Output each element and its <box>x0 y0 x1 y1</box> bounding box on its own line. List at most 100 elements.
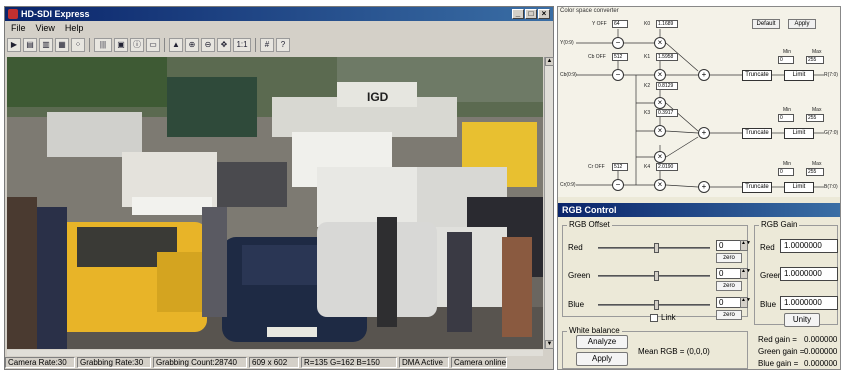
capture-icon[interactable]: ▶ <box>7 38 21 52</box>
input-cr-label: Cr(0:9) <box>560 182 576 188</box>
link-checkbox[interactable] <box>650 314 658 322</box>
k3-input[interactable]: 0.3917 <box>656 109 678 117</box>
spin-arrows-icon[interactable]: ▲▼ <box>740 240 751 251</box>
actual-size-icon[interactable]: 1:1 <box>233 38 251 52</box>
display-icon[interactable]: ▭ <box>146 38 160 52</box>
max-input[interactable]: 255 <box>806 168 824 176</box>
offset-blue-input[interactable]: 0 <box>716 297 742 308</box>
gain-green-input[interactable]: 1.0000000 <box>780 267 838 281</box>
title-bar[interactable]: HD-SDI Express _ □ × <box>5 7 553 21</box>
spin-arrows-icon[interactable]: ▲▼ <box>740 297 751 308</box>
max-label: Max <box>812 49 822 55</box>
gain-red-input[interactable]: 1.0000000 <box>780 239 838 253</box>
scroll-up-icon[interactable]: ▲ <box>545 57 554 66</box>
help-icon[interactable]: ? <box>276 38 290 52</box>
zoom-out-icon[interactable]: ⊖ <box>201 38 215 52</box>
max-input[interactable]: 255 <box>806 56 824 64</box>
status-grabbing-count: Grabbing Count:28740 <box>153 357 247 368</box>
limit-block: Limit <box>784 128 814 139</box>
status-grabbing-rate: Grabbing Rate:30 <box>77 357 151 368</box>
offset-red-input[interactable]: 0 <box>716 240 742 251</box>
status-size: 609 x 602 <box>249 357 299 368</box>
csc-default-button[interactable]: Default <box>752 19 780 29</box>
offset-blue-zero-button[interactable]: zero <box>716 310 742 320</box>
copy-icon[interactable]: ▦ <box>55 38 69 52</box>
y-off-input[interactable]: 64 <box>612 20 628 28</box>
histogram-icon[interactable]: ▲ <box>169 38 183 52</box>
zoom-in-icon[interactable]: ⊕ <box>185 38 199 52</box>
analyze-button[interactable]: Analyze <box>576 335 628 349</box>
mean-rgb-text: Mean RGB = (0,0,0) <box>638 347 710 356</box>
blue-gain-label: Blue gain = <box>758 359 799 368</box>
cb-off-label: Cb OFF <box>588 54 606 60</box>
multiply-node: × <box>654 125 666 137</box>
minimize-button[interactable]: _ <box>512 9 524 19</box>
input-y-label: Y(0:9) <box>560 40 574 46</box>
gain-blue-label: Blue <box>760 300 777 309</box>
offset-green-input[interactable]: 0 <box>716 268 742 279</box>
red-gain-value: 0.000000 <box>804 335 838 344</box>
export-icon[interactable]: ▣ <box>114 38 128 52</box>
min-label: Min <box>783 161 792 167</box>
main-window: HD-SDI Express _ □ × File View Help ▶ ▤ ▥ ▦… <box>4 6 554 370</box>
open-icon[interactable]: ▥ <box>39 38 53 52</box>
csc-apply-button[interactable]: Apply <box>788 19 816 29</box>
k0-input[interactable]: 1.1689 <box>656 20 678 28</box>
apply-button[interactable]: Apply <box>576 352 628 366</box>
k2-label: K2 <box>644 83 651 89</box>
k4-label: K4 <box>644 164 651 170</box>
spin-arrows-icon[interactable]: ▲▼ <box>740 268 751 279</box>
min-input[interactable]: 0 <box>778 168 794 176</box>
status-dma: DMA Active <box>399 357 449 368</box>
info-icon[interactable]: ⓘ <box>130 38 144 52</box>
max-input[interactable]: 255 <box>806 114 824 122</box>
offset-red-zero-button[interactable]: zero <box>716 253 742 263</box>
status-camera-rate: Camera Rate:30 <box>5 357 75 368</box>
menu-file[interactable]: File <box>11 22 26 34</box>
gain-red-label: Red <box>760 243 775 252</box>
k1-input[interactable]: 1.5958 <box>656 53 678 61</box>
crosshair-icon[interactable]: # <box>260 38 274 52</box>
close-button[interactable]: × <box>538 9 550 19</box>
offset-red-label: Red <box>568 243 583 252</box>
rgb-offset-label: RGB Offset <box>567 220 612 229</box>
max-label: Max <box>812 161 822 167</box>
red-gain-label: Red gain = <box>758 335 797 344</box>
scroll-down-icon[interactable]: ▼ <box>545 340 554 349</box>
offset-green-slider-thumb[interactable] <box>654 271 659 281</box>
toolbar: ▶ ▤ ▥ ▦ ⁘ ||| ▣ ⓘ ▭ ▲ ⊕ ⊖ ✥ 1:1 #? <box>7 36 290 54</box>
multiply-node: × <box>654 69 666 81</box>
subtract-node: − <box>612 179 624 191</box>
gain-blue-input[interactable]: 1.0000000 <box>780 296 838 310</box>
k4-input[interactable]: 2.0190 <box>656 163 678 171</box>
subtract-node: − <box>612 37 624 49</box>
multiply-node: × <box>654 179 666 191</box>
input-cb-label: Cb(0:9) <box>560 72 577 78</box>
menu-help[interactable]: Help <box>65 22 84 34</box>
offset-green-zero-button[interactable]: zero <box>716 281 742 291</box>
horizontal-scrollbar[interactable] <box>7 350 543 356</box>
cr-off-input[interactable]: 512 <box>612 163 628 171</box>
min-label: Min <box>783 107 792 113</box>
offset-blue-slider-thumb[interactable] <box>654 300 659 310</box>
k2-input[interactable]: 0.8129 <box>656 82 678 90</box>
app-icon <box>8 9 18 19</box>
limit-block: Limit <box>784 182 814 193</box>
vertical-scrollbar[interactable]: ▲ ▼ <box>544 57 554 349</box>
cb-off-input[interactable]: 512 <box>612 53 628 61</box>
menu-view[interactable]: View <box>36 22 55 34</box>
save-icon[interactable]: ▤ <box>23 38 37 52</box>
maximize-button[interactable]: □ <box>525 9 537 19</box>
window-title: HD-SDI Express <box>21 9 90 19</box>
bars-icon[interactable]: ||| <box>94 38 112 52</box>
fit-icon[interactable]: ✥ <box>217 38 231 52</box>
unity-button[interactable]: Unity <box>784 313 820 327</box>
rgb-control-title: RGB Control <box>558 203 840 217</box>
toolbar-separator <box>255 38 256 52</box>
rgb-gain-label: RGB Gain <box>759 220 800 229</box>
grid-icon[interactable]: ⁘ <box>71 38 85 52</box>
min-input[interactable]: 0 <box>778 114 794 122</box>
offset-red-slider-thumb[interactable] <box>654 243 659 253</box>
min-input[interactable]: 0 <box>778 56 794 64</box>
camera-image[interactable]: IGD <box>7 57 543 349</box>
